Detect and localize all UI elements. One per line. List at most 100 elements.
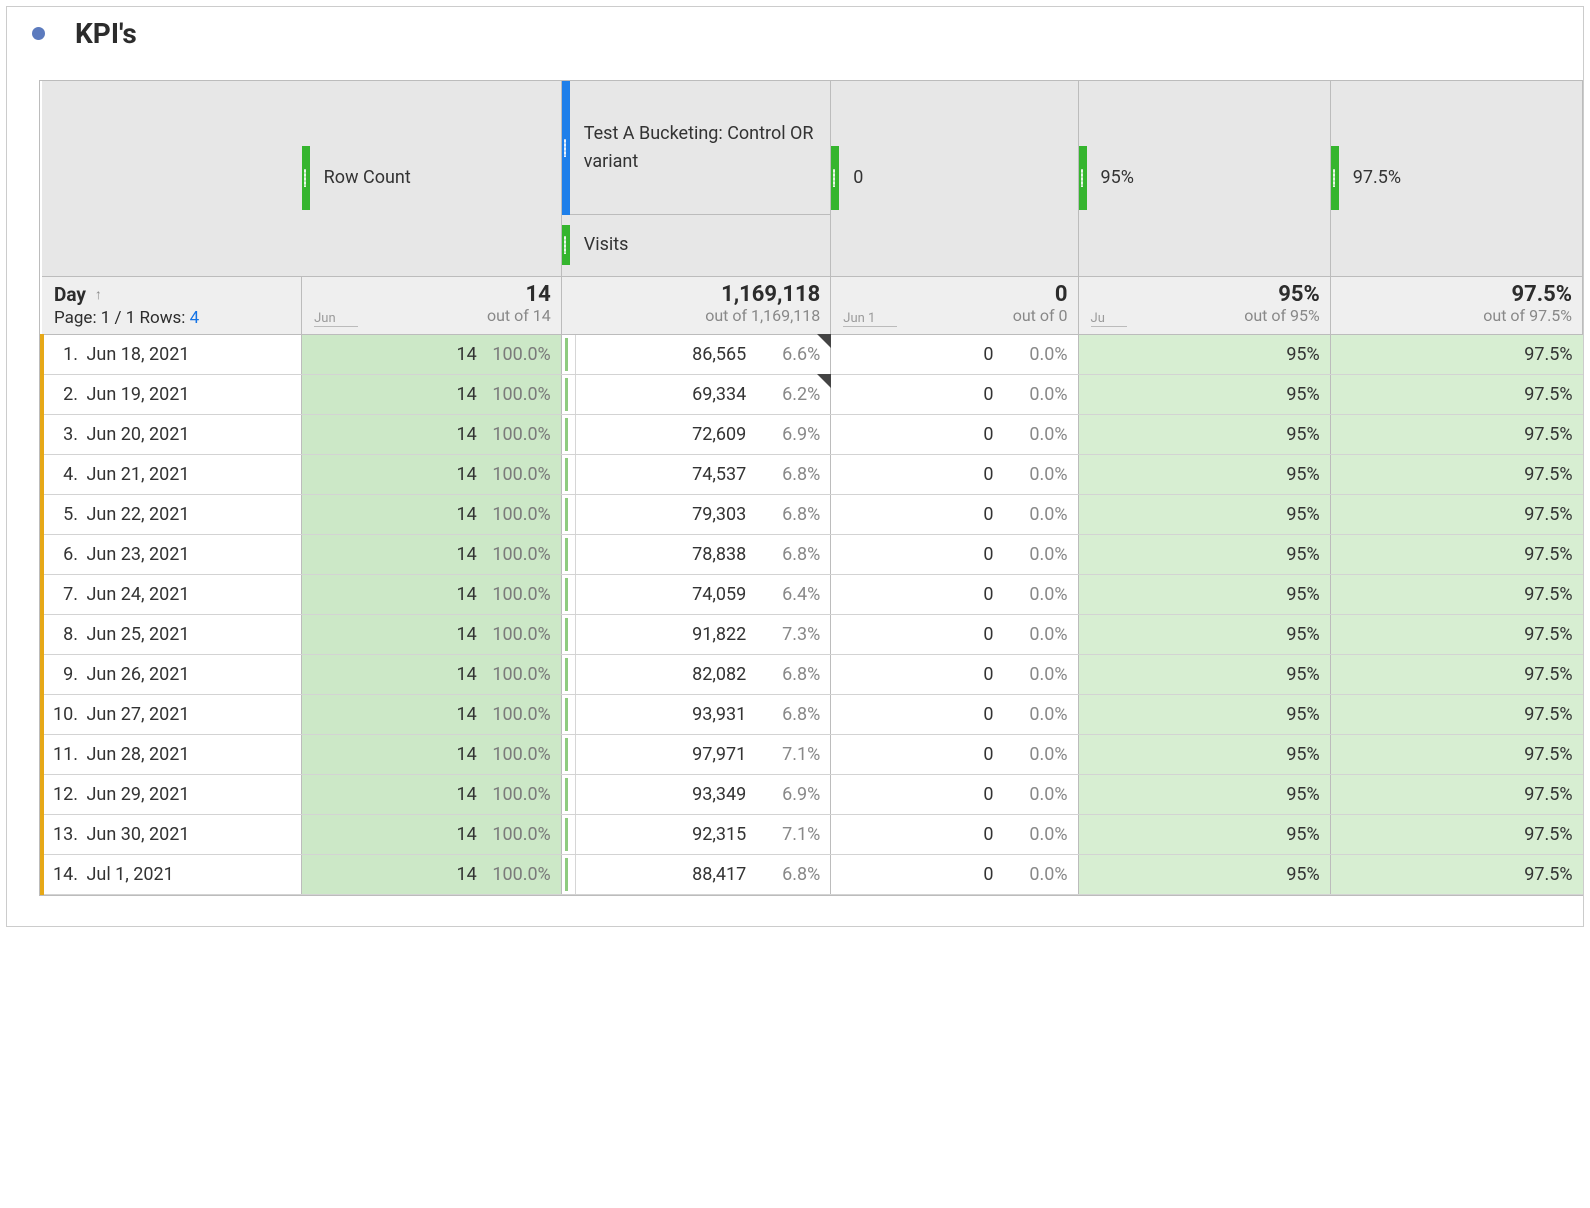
table-row[interactable]: 1. Jun 18, 202114100.0%86,5656.6%00.0%95…	[42, 334, 1583, 374]
nsf-cell[interactable]: 97.5%	[1330, 414, 1582, 454]
row-count-cell[interactable]: 14100.0%	[302, 494, 562, 534]
visits-cell[interactable]: 93,9316.8%	[561, 694, 831, 734]
date-cell[interactable]: 14. Jul 1, 2021	[42, 854, 302, 894]
nf-cell[interactable]: 95%	[1078, 654, 1330, 694]
nsf-cell[interactable]: 97.5%	[1330, 854, 1582, 894]
table-row[interactable]: 2. Jun 19, 202114100.0%69,3346.2%00.0%95…	[42, 374, 1583, 414]
row-count-cell[interactable]: 14100.0%	[302, 534, 562, 574]
header-ninetyfive[interactable]: 95%	[1078, 81, 1330, 276]
visits-cell[interactable]: 86,5656.6%	[561, 334, 831, 374]
date-cell[interactable]: 7. Jun 24, 2021	[42, 574, 302, 614]
zero-cell[interactable]: 00.0%	[831, 734, 1078, 774]
nf-cell[interactable]: 95%	[1078, 534, 1330, 574]
nsf-cell[interactable]: 97.5%	[1330, 694, 1582, 734]
zero-cell[interactable]: 00.0%	[831, 374, 1078, 414]
row-count-cell[interactable]: 14100.0%	[302, 694, 562, 734]
summary-row-count[interactable]: Jun 14 out of 14	[302, 276, 562, 334]
zero-cell[interactable]: 00.0%	[831, 534, 1078, 574]
table-row[interactable]: 6. Jun 23, 202114100.0%78,8386.8%00.0%95…	[42, 534, 1583, 574]
nf-cell[interactable]: 95%	[1078, 774, 1330, 814]
row-count-cell[interactable]: 14100.0%	[302, 734, 562, 774]
nsf-cell[interactable]: 97.5%	[1330, 814, 1582, 854]
zero-cell[interactable]: 00.0%	[831, 654, 1078, 694]
table-row[interactable]: 11. Jun 28, 202114100.0%97,9717.1%00.0% 9…	[42, 734, 1583, 774]
table-row[interactable]: 4. Jun 21, 202114100.0%74,5376.8%00.0%95…	[42, 454, 1583, 494]
header-zero[interactable]: 0	[831, 81, 1078, 276]
summary-zero[interactable]: Jun 1 0 out of 0	[831, 276, 1078, 334]
row-count-cell[interactable]: 14100.0%	[302, 774, 562, 814]
row-count-cell[interactable]: 14100.0%	[302, 374, 562, 414]
nsf-cell[interactable]: 97.5%	[1330, 454, 1582, 494]
nf-cell[interactable]: 95%	[1078, 494, 1330, 534]
nsf-cell[interactable]: 97.5%	[1330, 574, 1582, 614]
nf-cell[interactable]: 95%	[1078, 854, 1330, 894]
date-cell[interactable]: 6. Jun 23, 2021	[42, 534, 302, 574]
summary-visits[interactable]: 1,169,118 out of 1,169,118	[561, 276, 831, 334]
nsf-cell[interactable]: 97.5%	[1330, 734, 1582, 774]
date-cell[interactable]: 5. Jun 22, 2021	[42, 494, 302, 534]
date-cell[interactable]: 3. Jun 20, 2021	[42, 414, 302, 454]
drag-handle-icon[interactable]	[302, 81, 310, 276]
zero-cell[interactable]: 00.0%	[831, 494, 1078, 534]
table-row[interactable]: 7. Jun 24, 202114100.0%74,0596.4%00.0%95…	[42, 574, 1583, 614]
zero-cell[interactable]: 00.0%	[831, 854, 1078, 894]
row-count-cell[interactable]: 14100.0%	[302, 334, 562, 374]
table-row[interactable]: 13. Jun 30, 202114100.0%92,3157.1%00.0%9…	[42, 814, 1583, 854]
visits-cell[interactable]: 72,6096.9%	[561, 414, 831, 454]
summary-ninetysevenfive[interactable]: 97.5% out of 97.5%	[1330, 276, 1582, 334]
table-row[interactable]: 3. Jun 20, 202114100.0%72,6096.9%00.0%95…	[42, 414, 1583, 454]
visits-cell[interactable]: 78,8386.8%	[561, 534, 831, 574]
date-cell[interactable]: 12. Jun 29, 2021	[42, 774, 302, 814]
row-count-cell[interactable]: 14100.0%	[302, 454, 562, 494]
table-row[interactable]: 10. Jun 27, 202114100.0%93,9316.8%00.0%9…	[42, 694, 1583, 734]
drag-handle-icon[interactable]	[562, 215, 570, 275]
nsf-cell[interactable]: 97.5%	[1330, 774, 1582, 814]
nsf-cell[interactable]: 97.5%	[1330, 334, 1582, 374]
table-row[interactable]: 8. Jun 25, 202114100.0%91,8227.3%00.0%95…	[42, 614, 1583, 654]
nf-cell[interactable]: 95%	[1078, 574, 1330, 614]
row-count-cell[interactable]: 14100.0%	[302, 814, 562, 854]
row-count-cell[interactable]: 14100.0%	[302, 654, 562, 694]
header-ninetysevenfive[interactable]: 97.5%	[1330, 81, 1582, 276]
zero-cell[interactable]: 00.0%	[831, 614, 1078, 654]
header-bucketing[interactable]: Test A Bucketing: Control OR variant Vis…	[561, 81, 831, 276]
nf-cell[interactable]: 95%	[1078, 614, 1330, 654]
zero-cell[interactable]: 00.0%	[831, 774, 1078, 814]
table-row[interactable]: 14. Jul 1, 202114100.0%88,4176.8%00.0%95…	[42, 854, 1583, 894]
visits-cell[interactable]: 91,8227.3%	[561, 614, 831, 654]
row-count-cell[interactable]: 14100.0%	[302, 414, 562, 454]
visits-cell[interactable]: 69,3346.2%	[561, 374, 831, 414]
visits-cell[interactable]: 74,0596.4%	[561, 574, 831, 614]
zero-cell[interactable]: 00.0%	[831, 814, 1078, 854]
visits-cell[interactable]: 88,4176.8%	[561, 854, 831, 894]
date-cell[interactable]: 11. Jun 28, 2021	[42, 734, 302, 774]
date-cell[interactable]: 10. Jun 27, 2021	[42, 694, 302, 734]
nsf-cell[interactable]: 97.5%	[1330, 534, 1582, 574]
row-count-cell[interactable]: 14100.0%	[302, 614, 562, 654]
rows-count-link[interactable]: 4	[190, 308, 200, 328]
zero-cell[interactable]: 00.0%	[831, 454, 1078, 494]
date-cell[interactable]: 2. Jun 19, 2021	[42, 374, 302, 414]
row-count-cell[interactable]: 14100.0%	[302, 854, 562, 894]
date-cell[interactable]: 4. Jun 21, 2021	[42, 454, 302, 494]
drag-handle-icon[interactable]	[831, 81, 839, 276]
nsf-cell[interactable]: 97.5%	[1330, 614, 1582, 654]
date-cell[interactable]: 1. Jun 18, 2021	[42, 334, 302, 374]
nsf-cell[interactable]: 97.5%	[1330, 494, 1582, 534]
nf-cell[interactable]: 95%	[1078, 374, 1330, 414]
date-cell[interactable]: 9. Jun 26, 2021	[42, 654, 302, 694]
nsf-cell[interactable]: 97.5%	[1330, 654, 1582, 694]
visits-cell[interactable]: 74,5376.8%	[561, 454, 831, 494]
drag-handle-icon[interactable]	[1331, 81, 1339, 276]
nsf-cell[interactable]: 97.5%	[1330, 374, 1582, 414]
zero-cell[interactable]: 00.0%	[831, 414, 1078, 454]
visits-cell[interactable]: 97,9717.1%	[561, 734, 831, 774]
nf-cell[interactable]: 95%	[1078, 814, 1330, 854]
date-cell[interactable]: 13. Jun 30, 2021	[42, 814, 302, 854]
table-row[interactable]: 5. Jun 22, 202114100.0%79,3036.8%00.0%95…	[42, 494, 1583, 534]
summary-day-cell[interactable]: Day ↑ Page: 1 / 1 Rows: 4	[42, 276, 302, 334]
visits-cell[interactable]: 93,3496.9%	[561, 774, 831, 814]
zero-cell[interactable]: 00.0%	[831, 574, 1078, 614]
table-row[interactable]: 9. Jun 26, 202114100.0%82,0826.8%00.0%95…	[42, 654, 1583, 694]
row-count-cell[interactable]: 14100.0%	[302, 574, 562, 614]
